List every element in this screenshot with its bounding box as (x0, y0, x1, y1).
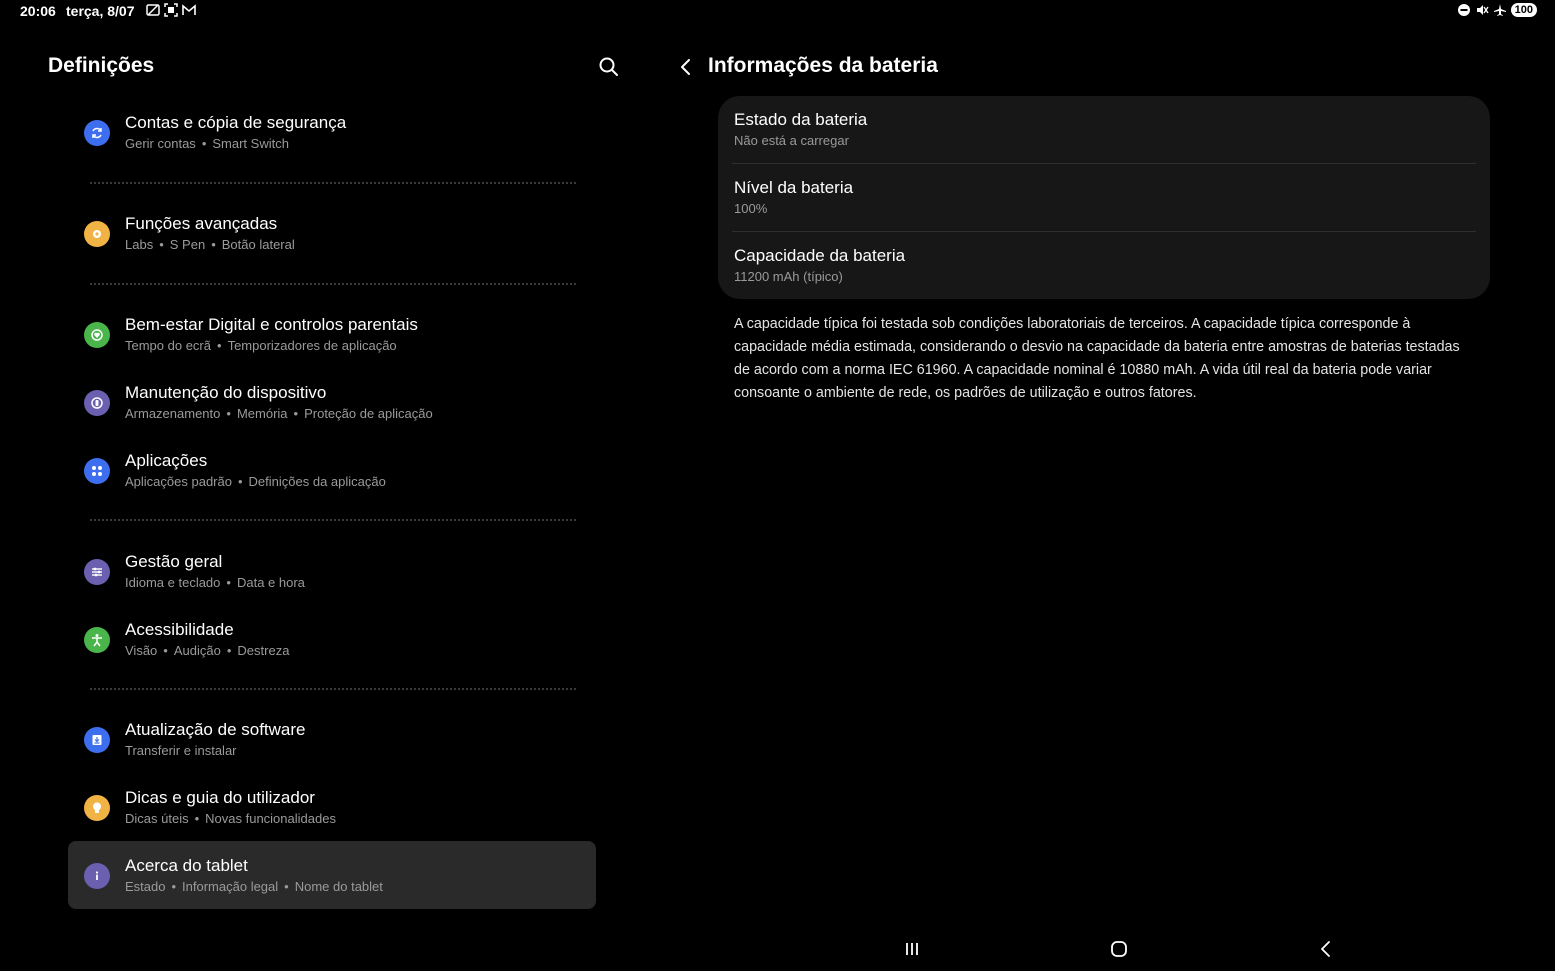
notification-icons (146, 3, 196, 17)
info-icon (84, 863, 110, 889)
wifi-off-icon (146, 4, 160, 16)
sync-icon (84, 120, 110, 146)
gmail-icon (182, 4, 196, 15)
recent-apps-icon[interactable] (900, 937, 924, 961)
back-nav-icon[interactable] (1314, 937, 1338, 961)
menu-item-subtitle: Tempo do ecrã • Temporizadores de aplicaçã… (125, 338, 397, 353)
menu-item-subtitle: Visão • Audição • Destreza (125, 643, 290, 658)
battery-level: 100 (1510, 3, 1537, 17)
menu-item-subtitle: Estado • Informação legal • Nome do tablet (125, 879, 383, 894)
home-icon[interactable] (1107, 937, 1131, 961)
software-update-icon (84, 727, 110, 753)
row-value: Não está a carregar (734, 133, 849, 148)
row-title: Estado da bateria (734, 110, 868, 129)
lightbulb-icon (84, 795, 110, 821)
menu-item-title: Atualização de software (125, 720, 306, 739)
wellbeing-icon (84, 322, 110, 348)
screenshot-icon (164, 3, 178, 17)
row-title: Capacidade da bateria (734, 246, 906, 265)
mute-icon (1476, 5, 1489, 15)
battery-info-card: Estado da bateria Não está a carregar Ní… (718, 96, 1490, 299)
menu-item-title: Gestão geral (125, 552, 223, 571)
menu-item-title: Funções avançadas (125, 214, 278, 233)
menu-item-title: Bem-estar Digital e controlos parentais (125, 315, 418, 334)
accessibility-icon (84, 627, 110, 653)
menu-item-subtitle: Dicas úteis • Novas funcionalidades (125, 811, 336, 826)
section-divider (90, 688, 576, 690)
row-value: 100% (734, 201, 768, 216)
menu-item-accessibility[interactable]: Acessibilidade Visão • Audição • Destreza (68, 605, 596, 673)
battery-capacity-row[interactable]: Capacidade da bateria 11200 mAh (típico) (734, 232, 1476, 300)
menu-item-title: Dicas e guia do utilizador (125, 788, 315, 807)
gear-plus-icon (84, 221, 110, 247)
do-not-disturb-icon (1457, 4, 1470, 16)
page-title: Definições (48, 54, 155, 77)
menu-item-digital-wellbeing[interactable]: Bem-estar Digital e controlos parentais … (68, 300, 596, 368)
battery-level-row[interactable]: Nível da bateria 100% (734, 164, 1476, 232)
capacity-note: A capacidade típica foi testada sob cond… (734, 316, 1460, 401)
menu-item-about-tablet[interactable]: Acerca do tablet Estado • Informação legal… (68, 841, 596, 909)
menu-item-accounts[interactable]: Contas e cópia de segurança Gerir contas… (68, 98, 596, 166)
section-divider (90, 519, 576, 521)
menu-item-title: Acessibilidade (125, 620, 234, 639)
back-icon[interactable] (676, 55, 696, 79)
menu-item-subtitle: Labs • S Pen • Botão lateral (125, 237, 295, 252)
system-icons: 100 (1457, 3, 1537, 17)
device-care-icon (84, 390, 110, 416)
menu-item-apps[interactable]: Aplicações Aplicações padrão • Definições … (68, 436, 596, 504)
menu-item-title: Manutenção do dispositivo (125, 383, 327, 402)
row-title: Nível da bateria (734, 178, 854, 197)
settings-screen: 20:06 terça, 8/07 100 Definições Contas … (0, 0, 1555, 971)
status-date: terça, 8/07 (66, 3, 135, 19)
menu-item-title: Acerca do tablet (125, 856, 248, 875)
menu-item-advanced-features[interactable]: Funções avançadas Labs • S Pen • Botão later… (68, 199, 596, 267)
airplane-mode-icon (1493, 4, 1506, 16)
row-value: 11200 mAh (típico) (734, 269, 843, 284)
sliders-icon (84, 559, 110, 585)
menu-item-title: Contas e cópia de segurança (125, 113, 347, 132)
section-divider (90, 182, 576, 184)
menu-item-title: Aplicações (125, 451, 208, 470)
menu-item-subtitle: Armazenamento • Memória • Proteção de aplica… (125, 406, 433, 421)
battery-status-row[interactable]: Estado da bateria Não está a carregar (734, 96, 1476, 164)
apps-grid-icon (84, 458, 110, 484)
section-divider (90, 283, 576, 285)
detail-title: Informações da bateria (708, 54, 938, 77)
status-time: 20:06 (20, 3, 56, 19)
menu-item-subtitle: Idioma e teclado • Data e hora (125, 575, 305, 590)
menu-item-subtitle: Aplicações padrão • Definições da aplicaçã… (125, 474, 386, 489)
menu-item-general-management[interactable]: Gestão geral Idioma e teclado • Data e hor… (68, 537, 596, 605)
menu-item-software-update[interactable]: Atualização de software Transferir e ins… (68, 705, 596, 773)
menu-item-device-care[interactable]: Manutenção do dispositivo Armazenamento •… (68, 368, 596, 436)
menu-item-tips[interactable]: Dicas e guia do utilizador Dicas úteis • N… (68, 773, 596, 841)
status-bar: 20:06 terça, 8/07 100 (0, 0, 1555, 24)
menu-item-subtitle: Transferir e instalar (125, 743, 237, 758)
search-icon[interactable] (597, 55, 621, 79)
menu-item-subtitle: Gerir contas • Smart Switch (125, 136, 289, 151)
